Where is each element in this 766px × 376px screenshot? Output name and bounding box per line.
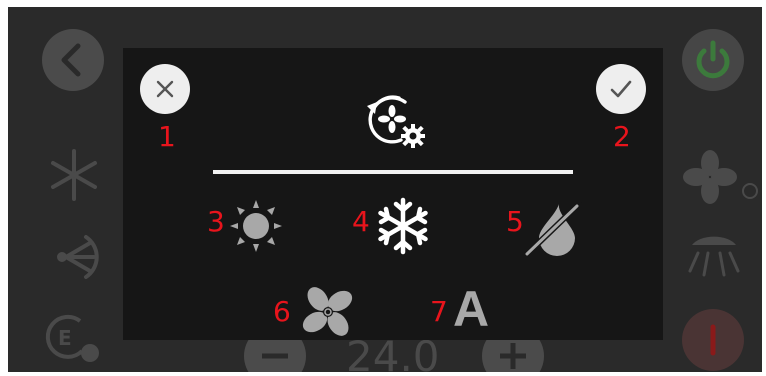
- power-icon: [696, 40, 730, 79]
- fan-icon: [302, 287, 353, 336]
- heat-mode-button[interactable]: [228, 198, 284, 258]
- airflow-icon-bg[interactable]: [684, 231, 744, 285]
- chevron-left-icon: [61, 43, 81, 77]
- callout-close: 1: [158, 120, 176, 153]
- airflow-direction-icon: [688, 236, 740, 277]
- callout-fan: 6: [273, 295, 291, 328]
- fan-speed-icon: [683, 150, 758, 204]
- header-divider: [213, 170, 573, 174]
- back-button[interactable]: [42, 29, 104, 91]
- mode-snowflake-icon-bg[interactable]: [46, 147, 102, 207]
- callout-confirm: 2: [613, 120, 631, 153]
- dry-mode-button[interactable]: [521, 196, 585, 264]
- check-icon: [610, 80, 632, 98]
- confirm-button[interactable]: [596, 64, 646, 114]
- vane-swing-icon: [57, 235, 99, 279]
- auto-mode-label: A: [453, 281, 490, 337]
- svg-text:E: E: [58, 326, 72, 350]
- snowflake-icon: [51, 149, 97, 201]
- alert-button[interactable]: [682, 309, 744, 371]
- callout-auto: 7: [430, 295, 448, 328]
- sun-icon: [230, 200, 282, 252]
- close-icon: [156, 80, 174, 98]
- fan-mode-button[interactable]: [298, 284, 358, 344]
- mode-settings-icon: E: [45, 314, 99, 362]
- fan-settings-icon: [363, 92, 429, 154]
- mode-select-dialog: 1 2 3 4 5 6 7 A: [123, 48, 663, 340]
- fan-speed-icon-bg[interactable]: [680, 149, 760, 209]
- water-drop-off-icon: [522, 201, 582, 259]
- snowflake-icon: [378, 197, 428, 255]
- callout-cool: 4: [352, 205, 370, 238]
- alert-icon: [710, 324, 716, 356]
- eco-settings-icon-bg[interactable]: E: [40, 307, 104, 371]
- thermostat-screen: E 24.0 1 2 3 4 5 6 7 A: [8, 7, 762, 372]
- swing-icon-bg[interactable]: [46, 229, 102, 289]
- auto-mode-button[interactable]: A: [451, 284, 495, 336]
- callout-heat: 3: [207, 205, 225, 238]
- close-button[interactable]: [140, 64, 190, 114]
- cool-mode-button[interactable]: [373, 196, 433, 260]
- power-button[interactable]: [682, 29, 744, 91]
